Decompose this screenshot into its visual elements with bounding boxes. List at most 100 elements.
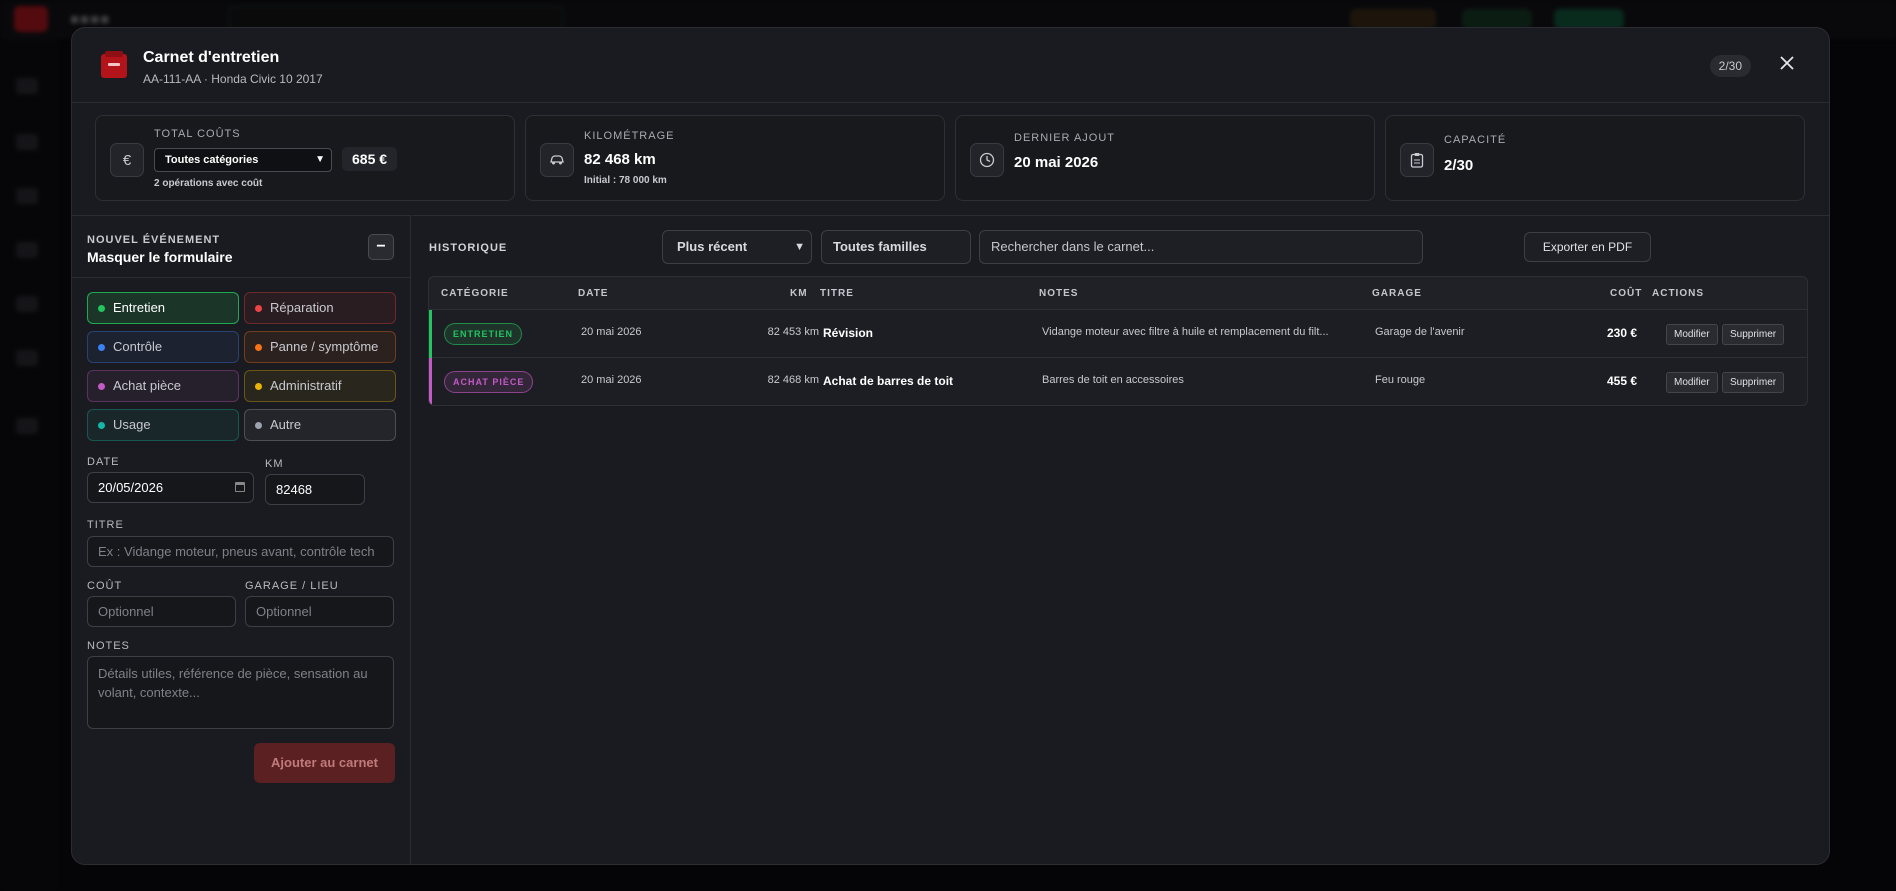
- column-header: GARAGE: [1372, 288, 1422, 299]
- column-header: KM: [790, 288, 808, 299]
- category-dot-icon: [255, 422, 262, 429]
- clock-icon: [970, 143, 1004, 177]
- category-chip[interactable]: Usage: [87, 409, 239, 441]
- background-pill: [1350, 9, 1436, 29]
- stat-total-costs: € TOTAL COÛTS Toutes catégories ▼ 685 € …: [95, 115, 515, 201]
- column-header: CATÉGORIE: [441, 288, 509, 299]
- close-icon[interactable]: [1775, 51, 1799, 75]
- new-event-form: NOUVEL ÉVÉNEMENT Masquer le formulaire −…: [72, 215, 411, 864]
- category-chip[interactable]: Réparation: [244, 292, 396, 324]
- total-cost-value: 685 €: [342, 147, 398, 171]
- stat-label: CAPACITÉ: [1444, 134, 1507, 146]
- category-chip[interactable]: Administratif: [244, 370, 396, 402]
- form-kicker: NOUVEL ÉVÉNEMENT: [87, 234, 221, 246]
- form-header: NOUVEL ÉVÉNEMENT Masquer le formulaire −: [72, 216, 411, 278]
- category-chip-label: Réparation: [270, 300, 334, 315]
- category-chip[interactable]: Entretien: [87, 292, 239, 324]
- category-dot-icon: [98, 305, 105, 312]
- km-label: KM: [265, 458, 284, 470]
- euro-icon: €: [110, 143, 144, 177]
- column-header: NOTES: [1039, 288, 1079, 299]
- date-value: 20/05/2026: [98, 480, 164, 495]
- history-panel: HISTORIQUE Plus récent ▼ Toutes familles…: [412, 215, 1829, 864]
- stats-row: € TOTAL COÛTS Toutes catégories ▼ 685 € …: [95, 115, 1807, 201]
- delete-button[interactable]: Supprimer: [1722, 372, 1785, 393]
- modal-header: Carnet d'entretien AA-111-AA · Honda Civ…: [72, 28, 1829, 103]
- stat-mileage: KILOMÉTRAGE 82 468 km Initial : 78 000 k…: [525, 115, 945, 201]
- add-entry-button[interactable]: Ajouter au carnet: [254, 743, 395, 783]
- background-pill: [1462, 9, 1532, 29]
- cost-cell: 455 €: [1606, 374, 1637, 388]
- cost-field[interactable]: Optionnel: [87, 596, 236, 627]
- car-icon: [540, 143, 574, 177]
- edit-button[interactable]: Modifier: [1666, 372, 1718, 393]
- category-chip[interactable]: Contrôle: [87, 331, 239, 363]
- date-cell: 20 mai 2026: [581, 326, 642, 338]
- garage-field[interactable]: Optionnel: [245, 596, 394, 627]
- entry-counter-badge: 2/30: [1709, 55, 1751, 77]
- notes-cell: Vidange moteur avec filtre à huile et re…: [1042, 326, 1329, 338]
- category-chip-label: Entretien: [113, 300, 166, 315]
- mileage-value: 82 468 km: [584, 151, 656, 168]
- last-added-value: 20 mai 2026: [1014, 154, 1099, 171]
- category-dot-icon: [98, 344, 105, 351]
- table-row[interactable]: ENTRETIEN 20 mai 2026 82 453 km Révision Vid…: [429, 310, 1807, 358]
- notes-cell: Barres de toit en accessoires: [1042, 374, 1184, 386]
- category-chip[interactable]: Panne / symptôme: [244, 331, 396, 363]
- category-filter-select[interactable]: Toutes catégories ▼: [154, 148, 332, 172]
- modal-title: Carnet d'entretien: [143, 49, 280, 66]
- background-logo: [14, 6, 48, 32]
- vehicle-subtitle: AA-111-AA · Honda Civic 10 2017: [143, 72, 323, 86]
- category-badge: ENTRETIEN: [444, 323, 523, 345]
- sort-value: Plus récent: [677, 239, 748, 254]
- category-chip-label: Contrôle: [113, 339, 163, 354]
- edit-button[interactable]: Modifier: [1666, 324, 1718, 345]
- date-cell: 20 mai 2026: [581, 374, 642, 386]
- stat-label: DERNIER AJOUT: [1014, 132, 1116, 144]
- category-chip[interactable]: Achat pièce: [87, 370, 239, 402]
- search-input[interactable]: Rechercher dans le carnet...: [979, 230, 1423, 264]
- category-badge: ACHAT PIÈCE: [444, 371, 534, 393]
- notes-textarea[interactable]: Détails utiles, référence de pièce, sens…: [87, 656, 394, 729]
- date-field[interactable]: 20/05/2026: [87, 472, 254, 503]
- column-header: ACTIONS: [1652, 288, 1704, 299]
- stat-label: KILOMÉTRAGE: [584, 130, 675, 142]
- sort-select[interactable]: Plus récent ▼: [662, 230, 812, 264]
- background-pill: [1554, 9, 1624, 29]
- clipboard-icon: [1400, 143, 1434, 177]
- category-dot-icon: [255, 344, 262, 351]
- stat-label: TOTAL COÛTS: [154, 128, 241, 140]
- cost-operations-note: 2 opérations avec coût: [154, 178, 263, 189]
- category-chip-label: Usage: [113, 417, 151, 432]
- chevron-down-icon: ▼: [794, 241, 805, 253]
- cost-cell: 230 €: [1606, 326, 1637, 340]
- notes-label: NOTES: [87, 640, 130, 652]
- km-cell: 82 453 km: [767, 326, 819, 338]
- row-accent-bar: [429, 358, 432, 405]
- title-cell: Achat de barres de toit: [823, 374, 954, 388]
- row-accent-bar: [429, 310, 432, 358]
- category-chip-label: Administratif: [270, 378, 342, 393]
- category-dot-icon: [255, 305, 262, 312]
- date-label: DATE: [87, 456, 120, 468]
- category-dot-icon: [255, 383, 262, 390]
- cost-label: COÛT: [87, 580, 123, 592]
- column-header: TITRE: [820, 288, 854, 299]
- table-row[interactable]: ACHAT PIÈCE 20 mai 2026 82 468 km Achat de …: [429, 358, 1807, 405]
- km-cell: 82 468 km: [767, 374, 819, 386]
- category-chip-label: Panne / symptôme: [270, 339, 379, 354]
- title-field[interactable]: Ex : Vidange moteur, pneus avant, contrô…: [87, 536, 394, 567]
- form-title: Masquer le formulaire: [87, 249, 233, 265]
- collapse-form-button[interactable]: −: [368, 234, 394, 260]
- capacity-value: 2/30: [1444, 157, 1474, 174]
- garage-cell: Feu rouge: [1375, 374, 1426, 386]
- table-header: CATÉGORIE DATE KM TITRE NOTES GARAGE COÛ…: [429, 277, 1807, 310]
- initial-mileage-note: Initial : 78 000 km: [584, 175, 667, 186]
- export-pdf-button[interactable]: Exporter en PDF: [1524, 232, 1651, 262]
- family-filter[interactable]: Toutes familles: [821, 230, 971, 264]
- column-header: COÛT: [1610, 288, 1643, 299]
- logbook-modal: Carnet d'entretien AA-111-AA · Honda Civ…: [71, 27, 1830, 865]
- category-chip[interactable]: Autre: [244, 409, 396, 441]
- km-field[interactable]: 82468: [265, 474, 365, 505]
- delete-button[interactable]: Supprimer: [1722, 324, 1785, 345]
